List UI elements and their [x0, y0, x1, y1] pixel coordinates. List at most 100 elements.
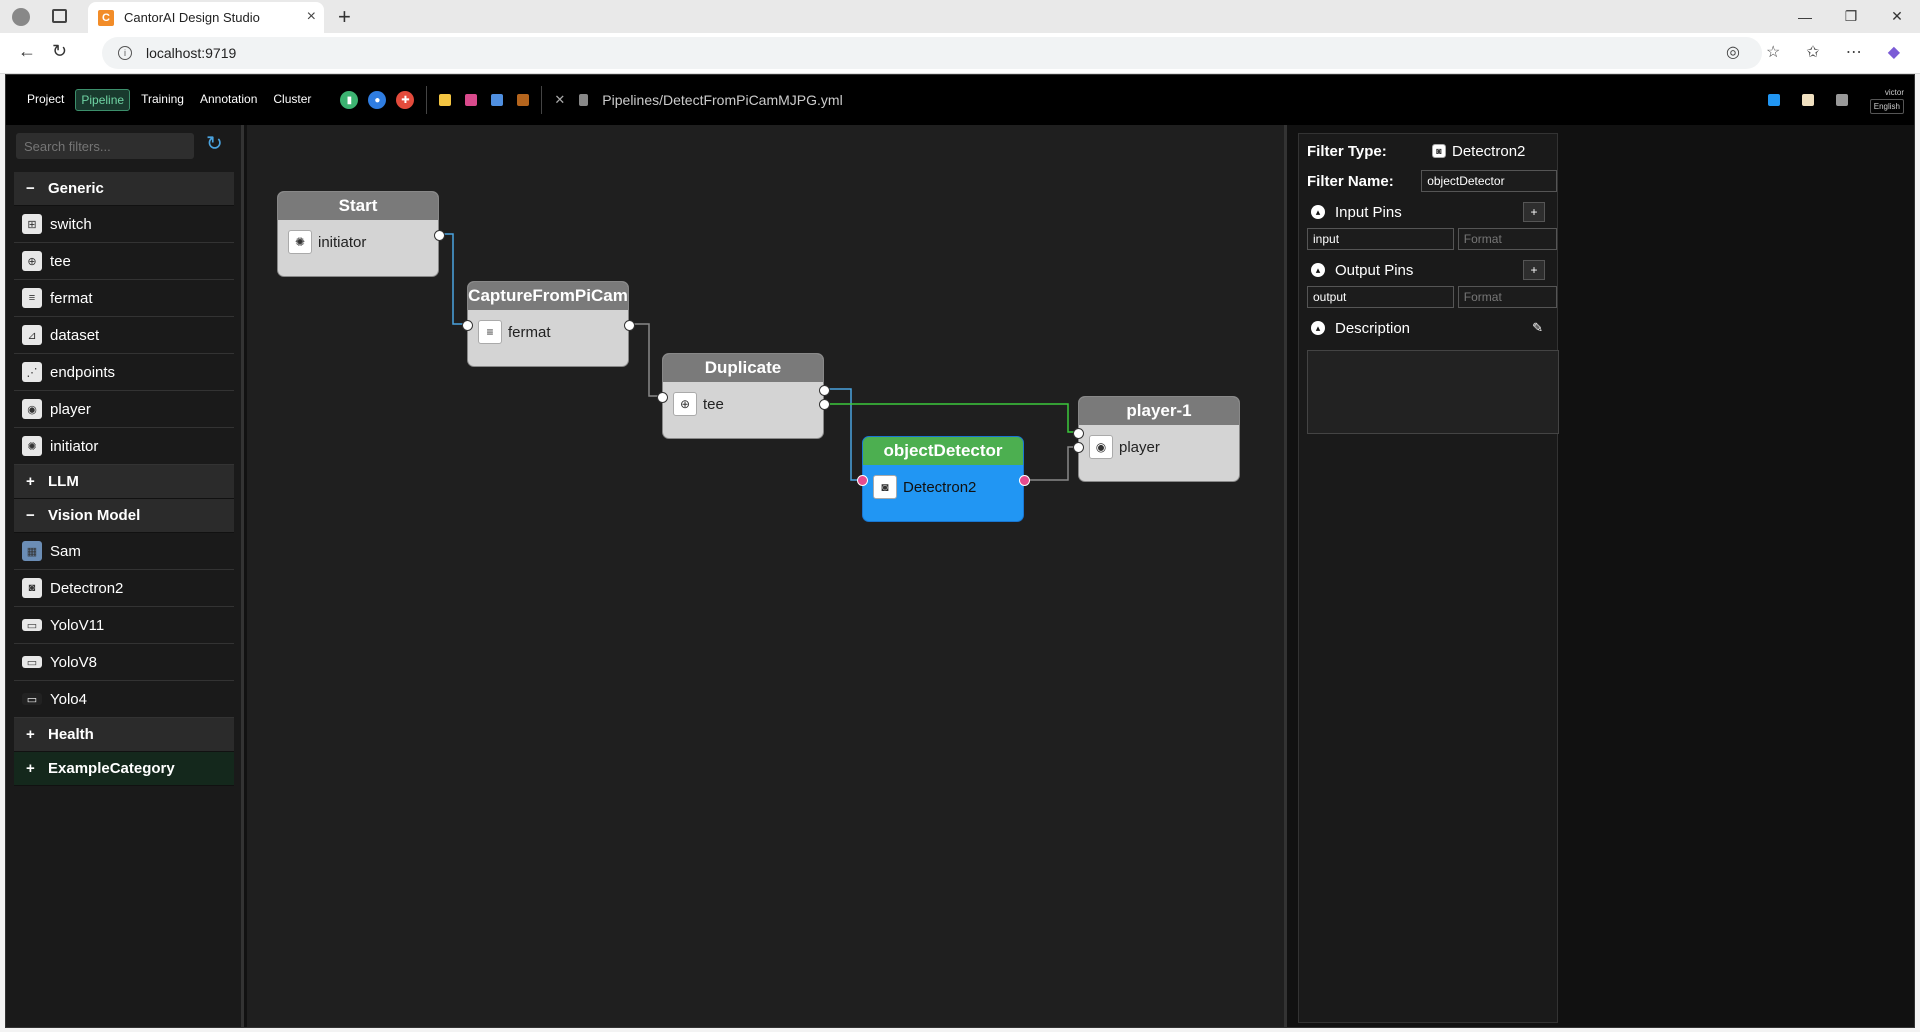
url-input[interactable]: i localhost:9719 — [102, 37, 1762, 69]
site-info-icon[interactable]: i — [118, 46, 132, 60]
player-icon: ◉ — [22, 399, 42, 419]
run-icon[interactable] — [1767, 94, 1780, 106]
favorite-star-icon[interactable]: ☆ — [1766, 42, 1780, 62]
log-icon[interactable] — [1801, 94, 1814, 106]
filter-item-switch[interactable]: ⊞ switch — [14, 206, 234, 243]
browser-tab[interactable]: C CantorAI Design Studio × — [88, 2, 324, 33]
description-box[interactable] — [1307, 350, 1559, 434]
close-window-button[interactable]: ✕ — [1874, 0, 1920, 33]
category-generic[interactable]: − Generic — [14, 172, 234, 206]
filter-name-row: Filter Name: objectDetector — [1299, 166, 1557, 196]
copilot-icon[interactable]: ◆ — [1888, 42, 1900, 62]
input-pin-format-field[interactable]: Format — [1457, 228, 1557, 250]
open-folder-icon[interactable] — [439, 94, 452, 106]
category-examplecategory[interactable]: + ExampleCategory — [14, 752, 234, 786]
pipeline-canvas[interactable]: Start ✺ initiator CaptureFromPiCam ≡ ferma… — [247, 125, 1287, 1027]
language-select[interactable]: English — [1869, 99, 1904, 114]
wire-duplicate-player[interactable] — [824, 403, 1077, 433]
add-input-pin-button[interactable]: + — [1523, 202, 1545, 222]
more-icon[interactable]: ⋯ — [1846, 42, 1862, 62]
input-pin[interactable] — [1073, 428, 1084, 439]
tab-actions-icon[interactable] — [52, 9, 67, 23]
node-duplicate[interactable]: Duplicate ⊕ tee — [657, 353, 830, 439]
category-health[interactable]: + Health — [14, 718, 234, 752]
input-pins-section[interactable]: ▴ Input Pins + — [1299, 196, 1557, 228]
tools-icon[interactable]: ✕ — [554, 92, 565, 108]
node-objectdetector[interactable]: objectDetector ◙ Detectron2 — [857, 436, 1030, 522]
stats-icon[interactable]: ▮ — [340, 91, 359, 109]
filter-item-initiator[interactable]: ✺ initiator — [14, 428, 234, 465]
filter-name-input[interactable]: objectDetector — [1421, 170, 1557, 192]
search-filters-input[interactable] — [16, 133, 194, 159]
description-section[interactable]: ▴ Description ✎ — [1299, 312, 1557, 344]
chat-icon[interactable]: ● — [368, 91, 387, 109]
username[interactable]: victor — [1870, 86, 1904, 99]
output-pin[interactable] — [1019, 475, 1030, 486]
filter-item-tee[interactable]: ⊕ tee — [14, 243, 234, 280]
filter-item-sam[interactable]: ▦ Sam — [14, 533, 234, 570]
trash-icon[interactable] — [1835, 94, 1848, 106]
menu-cluster[interactable]: Cluster — [268, 89, 316, 111]
save-as-icon[interactable] — [491, 94, 504, 106]
category-vision-model[interactable]: − Vision Model — [14, 499, 234, 533]
main-menu: Project Pipeline Training Annotation Clu… — [22, 89, 316, 111]
menu-project[interactable]: Project — [22, 89, 69, 111]
menu-training[interactable]: Training — [136, 89, 189, 111]
output-pin[interactable] — [624, 320, 635, 331]
filter-item-dataset[interactable]: ⊿ dataset — [14, 317, 234, 354]
node-capturefrompicam[interactable]: CaptureFromPiCam ≡ fermat — [462, 281, 635, 367]
input-pin[interactable] — [657, 392, 668, 403]
node-player-1[interactable]: player-1 ◉ player — [1073, 396, 1240, 482]
output-pin-row: output Format — [1299, 286, 1557, 312]
package-icon[interactable] — [517, 94, 530, 106]
expand-icon: + — [26, 760, 35, 777]
filter-item-label: Detectron2 — [50, 579, 124, 597]
output-pin[interactable] — [819, 399, 830, 410]
profile-icon[interactable] — [12, 8, 30, 26]
add-output-pin-button[interactable]: + — [1523, 260, 1545, 280]
restore-button[interactable]: ❐ — [1828, 0, 1874, 33]
collapse-icon[interactable]: ▴ — [1311, 263, 1325, 277]
output-pin-name-field[interactable]: output — [1307, 286, 1454, 308]
detectron2-icon: ◙ — [22, 578, 42, 598]
output-pins-section[interactable]: ▴ Output Pins + — [1299, 254, 1557, 286]
wire-start-capture[interactable] — [439, 233, 467, 325]
output-pin[interactable] — [434, 230, 445, 241]
minimize-button[interactable]: — — [1782, 0, 1828, 33]
back-icon[interactable]: ← — [18, 41, 36, 62]
wire-capture-duplicate[interactable] — [629, 323, 659, 397]
new-tab-button[interactable]: + — [338, 4, 351, 30]
refresh-icon[interactable]: ↻ — [206, 131, 223, 156]
collapse-icon[interactable]: ▴ — [1311, 321, 1325, 335]
output-pin-format-field[interactable]: Format — [1457, 286, 1557, 308]
initiator-icon: ✺ — [22, 436, 42, 456]
close-tab-icon[interactable]: × — [307, 8, 316, 26]
input-pin-name-field[interactable]: input — [1307, 228, 1454, 250]
filter-item-detectron2[interactable]: ◙ Detectron2 — [14, 570, 234, 607]
filter-item-yolo4[interactable]: ▭ Yolo4 — [14, 681, 234, 718]
filter-item-endpoints[interactable]: ⋰ endpoints — [14, 354, 234, 391]
input-pin[interactable] — [462, 320, 473, 331]
category-llm[interactable]: + LLM — [14, 465, 234, 499]
menu-pipeline[interactable]: Pipeline — [75, 89, 131, 111]
filter-item-fermat[interactable]: ≡ fermat — [14, 280, 234, 317]
filter-item-player[interactable]: ◉ player — [14, 391, 234, 428]
save-icon[interactable] — [465, 94, 478, 106]
input-pin[interactable] — [1073, 442, 1084, 453]
reload-icon[interactable]: ↻ — [52, 41, 67, 62]
output-pin[interactable] — [819, 385, 830, 396]
edit-pencil-icon[interactable]: ✎ — [1532, 320, 1543, 336]
help-lifebuoy-icon[interactable]: ✚ — [396, 91, 415, 109]
node-start[interactable]: Start ✺ initiator — [277, 191, 445, 277]
wire-detector-player[interactable] — [1024, 446, 1077, 481]
collapse-icon[interactable]: ▴ — [1311, 205, 1325, 219]
input-pin[interactable] — [857, 475, 868, 486]
reader-icon[interactable]: ◎ — [1726, 42, 1740, 62]
filter-item-yolov11[interactable]: ▭ YoloV11 — [14, 607, 234, 644]
filter-item-yolov8[interactable]: ▭ YoloV8 — [14, 644, 234, 681]
menu-annotation[interactable]: Annotation — [195, 89, 262, 111]
window-controls: — ❐ ✕ — [1782, 0, 1920, 33]
player-icon: ◉ — [1089, 435, 1113, 459]
document-icon[interactable] — [579, 94, 589, 106]
favorites-icon[interactable]: ✩ — [1806, 42, 1819, 62]
